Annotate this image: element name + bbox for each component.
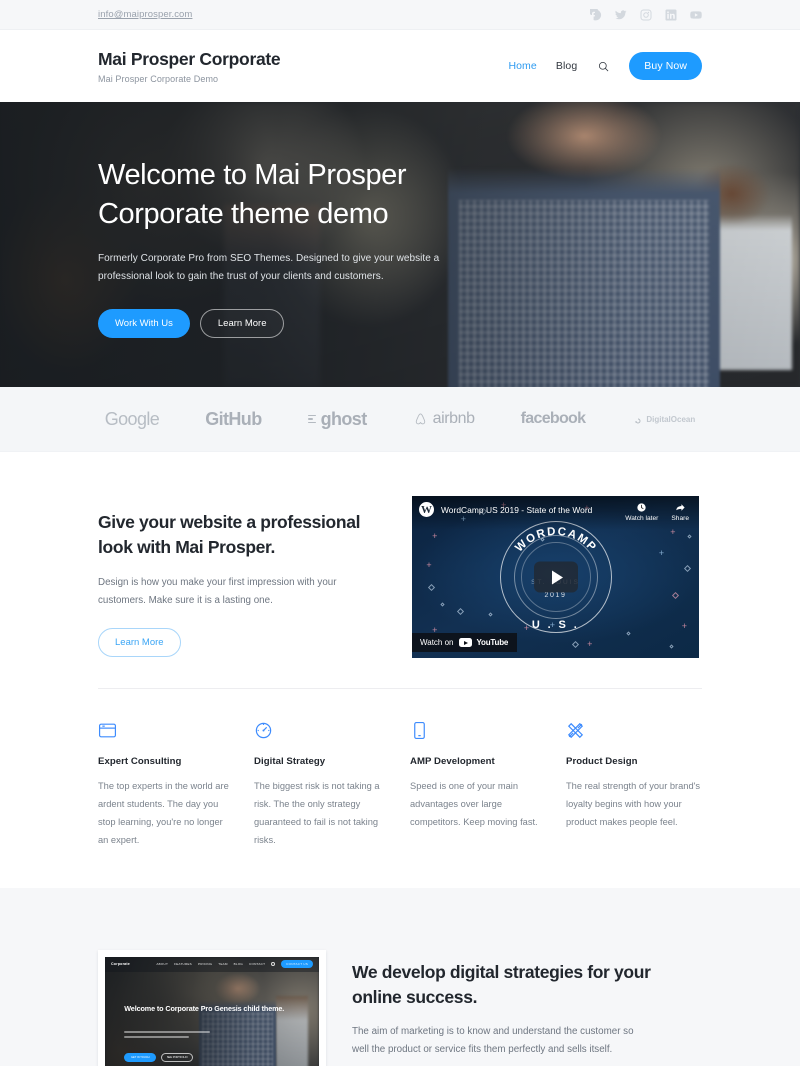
screenshot-nav-item: ABOUT [156,962,169,966]
video-title[interactable]: WordCamp US 2019 - State of the Word [441,505,592,515]
social-links [590,8,702,21]
mobile-phone-icon [410,721,546,743]
feature-text: The biggest risk is not taking a risk. T… [254,781,380,846]
screenshot-primary-button: GET IN TOUCH [124,1053,157,1063]
bottom-text-column: We develop digital strategies for your o… [352,950,702,1066]
intro-text-column: Give your website a professional look wi… [98,496,386,658]
ghost-logo: ghost [307,409,367,430]
feature-card-product-design: Product Design The real strength of your… [566,721,702,850]
feature-text: The top experts in the world are ardent … [98,781,229,846]
features-section: Expert Consulting The top experts in the… [0,658,800,888]
feature-text: Speed is one of your main advantages ove… [410,781,538,828]
contact-email-link[interactable]: info@maiprosper.com [98,9,192,20]
screenshot-logo: Corporate [111,962,130,966]
bottom-heading: We develop digital strategies for your o… [352,961,651,1007]
twitter-icon[interactable] [615,9,627,21]
intro-paragraph: Design is how you make your first impres… [98,576,337,606]
site-title: Mai Prosper Corporate [98,48,281,69]
screenshot-secondary-button: SEE PORTFOLIO [161,1053,194,1063]
facebook-logo: facebook [520,410,586,427]
intro-heading: Give your website a professional look wi… [98,512,361,558]
youtube-video-embed[interactable]: + + + + + + + + + + + + WORDCAMP [412,496,699,658]
nav-item-home[interactable]: Home [508,60,536,72]
nav-item-blog[interactable]: Blog [556,60,577,72]
search-icon [598,61,609,71]
site-tagline: Mai Prosper Corporate Demo [98,73,219,84]
youtube-play-icon [458,638,472,647]
pencil-ruler-icon [566,721,702,743]
ghost-mark-icon [307,414,316,424]
linkedin-icon[interactable] [665,9,677,21]
facebook-icon[interactable] [590,8,602,21]
share-arrow-icon [676,504,685,511]
digitalocean-mark-icon [635,418,641,424]
feature-title: AMP Development [410,756,495,767]
video-top-controls: W WordCamp US 2019 - State of the Word W… [412,496,699,530]
github-logo: GitHub [205,408,262,429]
top-bar: info@maiprosper.com [0,0,800,30]
feature-card-amp-development: AMP Development Speed is one of your mai… [410,721,546,850]
screenshot-nav-item: TEAM [218,962,228,966]
hero-buttons: Work With Us Learn More [98,308,702,338]
hero-subheading: Formerly Corporate Pro from SEO Themes. … [98,252,440,283]
feature-title: Digital Strategy [254,756,326,767]
google-logo: Google [104,408,160,429]
screenshot-search-icon [271,962,276,966]
bottom-paragraph: The aim of marketing is to know and unde… [352,1026,634,1056]
airbnb-logo: airbnb [413,410,475,428]
screenshot-nav-item: FEATURES [174,962,192,966]
watch-on-youtube-button[interactable]: Watch on YouTube [412,633,518,652]
work-with-us-button[interactable]: Work With Us [98,308,190,338]
digitalocean-logo: DigitalOcean [631,414,695,424]
feature-text: The real strength of your brand's loyalt… [566,781,701,828]
screenshot-heading: Welcome to Corporate Pro Genesis child t… [124,1003,285,1013]
screenshot-nav: Corporate ABOUT FEATURES PRICING TEAM BL… [105,956,319,972]
screenshot-nav-item: PRICING [197,962,213,966]
browser-window-icon [98,721,234,743]
search-toggle-button[interactable] [596,59,610,73]
hero-section: Welcome to Mai Prosper Corporate theme d… [0,102,800,387]
hero-learn-more-button[interactable]: Learn More [199,308,285,338]
emblem-top-text: WORDCAMP [513,526,597,555]
screenshot-cta: CONTACT US [281,960,313,968]
youtube-icon[interactable] [690,9,702,21]
feature-card-expert-consulting: Expert Consulting The top experts in the… [98,721,234,850]
feature-title: Expert Consulting [98,756,182,767]
screenshot-nav-item: CONTACT [249,962,266,966]
screenshot-paragraph-placeholder [124,1031,210,1041]
screenshot-nav-item: BLOG [233,962,244,966]
buy-now-button[interactable]: Buy Now [629,52,702,80]
svg-text:WORDCAMP: WORDCAMP [513,526,599,555]
hero-heading: Welcome to Mai Prosper Corporate theme d… [98,159,407,230]
clock-icon [637,503,646,512]
emblem-year-text: 2019 [544,591,567,599]
theme-screenshot-card[interactable]: Corporate ABOUT FEATURES PRICING TEAM BL… [98,949,326,1066]
feature-title: Product Design [566,756,638,767]
intro-section: Give your website a professional look wi… [0,452,800,658]
instagram-icon[interactable] [640,9,652,21]
video-play-button[interactable] [533,561,578,593]
airbnb-mark-icon [415,412,425,424]
primary-nav: Home Blog Buy Now [508,52,702,80]
share-button[interactable]: Share [671,502,689,522]
client-logo-strip: Google GitHub ghost airbnb facebook Digi… [0,387,800,452]
wordpress-channel-avatar[interactable]: W [419,502,434,517]
brand[interactable]: Mai Prosper Corporate Mai Prosper Corpor… [98,48,281,84]
emblem-bottom-text: U . S . [531,619,580,631]
site-header: Mai Prosper Corporate Mai Prosper Corpor… [0,30,800,102]
feature-card-digital-strategy: Digital Strategy The biggest risk is not… [254,721,390,850]
digital-strategies-section: Corporate ABOUT FEATURES PRICING TEAM BL… [0,887,800,1066]
speedometer-icon [254,721,390,743]
watch-later-button[interactable]: Watch later [625,502,658,522]
intro-learn-more-button[interactable]: Learn More [98,627,181,657]
